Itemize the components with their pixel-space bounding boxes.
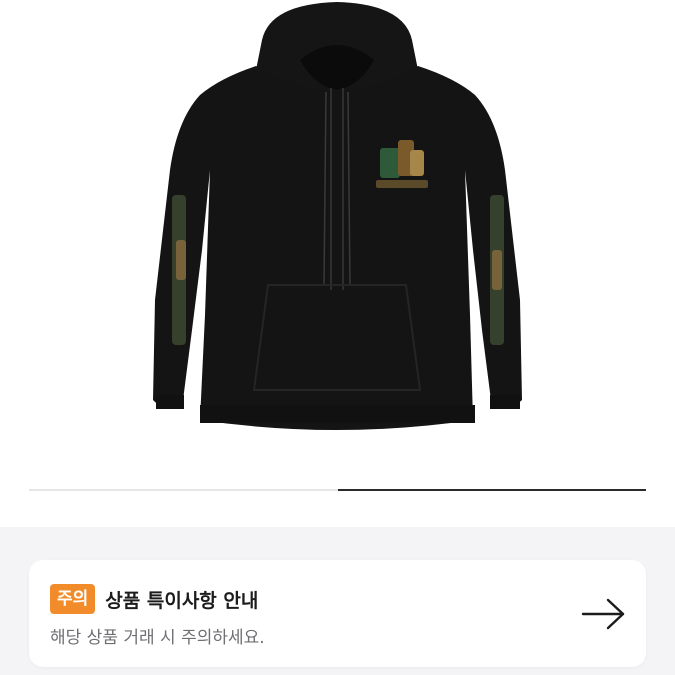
image-slider-position — [337, 489, 646, 491]
notice-subtitle: 해당 상품 거래 시 주의하세요. — [50, 628, 265, 648]
notice-arrow-button[interactable] — [580, 594, 628, 634]
arrow-right-icon — [581, 598, 625, 630]
notice-title-row: 주의 상품 특이사항 안내 — [50, 584, 258, 614]
notice-title: 상품 특이사항 안내 — [105, 589, 259, 612]
warning-badge: 주의 — [50, 584, 96, 614]
product-image[interactable] — [0, 0, 675, 478]
notice-card[interactable]: 주의 상품 특이사항 안내 해당 상품 거래 시 주의하세요. — [29, 560, 646, 667]
image-slider-track[interactable] — [29, 489, 646, 491]
